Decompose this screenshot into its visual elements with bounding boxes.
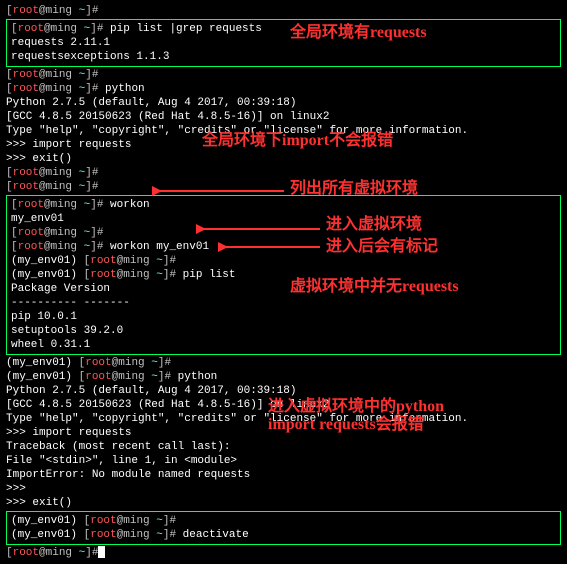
terminal-line: requestsexceptions 1.1.3 xyxy=(11,50,556,64)
terminal-line: ImportError: No module named requests xyxy=(6,468,561,482)
terminal-line: [root@ming ~]# xyxy=(6,4,561,18)
highlight-box-global-requests: [root@ming ~]# pip list |grep requests r… xyxy=(6,19,561,67)
terminal-line: [root@ming ~]# xyxy=(6,546,561,560)
terminal-line: [root@ming ~]# xyxy=(6,180,561,194)
terminal-line: [GCC 4.8.5 20150623 (Red Hat 4.8.5-16)] … xyxy=(6,110,561,124)
annotation-enter-env: 进入虚拟环境 xyxy=(326,218,422,232)
terminal-line: pip 10.0.1 xyxy=(11,310,556,324)
terminal-line: (my_env01) [root@ming ~]# xyxy=(6,356,561,370)
terminal-line: >>> exit() xyxy=(6,496,561,510)
terminal-line: wheel 0.31.1 xyxy=(11,338,556,352)
terminal-line: my_env01 xyxy=(11,212,556,226)
highlight-box-virtualenv: [root@ming ~]# workon my_env01 [root@min… xyxy=(6,195,561,355)
annotation-list-envs: 列出所有虚拟环境 xyxy=(290,182,418,196)
terminal-line: [root@ming ~]# python xyxy=(6,82,561,96)
terminal-line: setuptools 39.2.0 xyxy=(11,324,556,338)
terminal-line: File "<stdin>", line 1, in <module> xyxy=(6,454,561,468)
terminal-line: >>> xyxy=(6,482,561,496)
annotation-import-error: import requests会报错 xyxy=(268,418,424,432)
terminal-line: Traceback (most recent call last): xyxy=(6,440,561,454)
terminal-line: [root@ming ~]# xyxy=(6,166,561,180)
terminal-line: ---------- ------- xyxy=(11,296,556,310)
terminal-line: (my_env01) [root@ming ~]# deactivate xyxy=(11,528,556,542)
terminal-line: Python 2.7.5 (default, Aug 4 2017, 00:39… xyxy=(6,384,561,398)
terminal-line: requests 2.11.1 xyxy=(11,36,556,50)
annotation-no-requests: 虚拟环境中并无requests xyxy=(290,280,459,294)
annotation-global-has-requests: 全局环境有requests xyxy=(290,26,427,40)
terminal-line: (my_env01) [root@ming ~]# xyxy=(11,514,556,528)
terminal-line: (my_env01) [root@ming ~]# xyxy=(11,254,556,268)
terminal-line: [root@ming ~]# workon my_env01 xyxy=(11,240,556,254)
terminal-line: [root@ming ~]# workon xyxy=(11,198,556,212)
terminal-line: [root@ming ~]# xyxy=(11,226,556,240)
terminal-line: Package Version xyxy=(11,282,556,296)
terminal-line: (my_env01) [root@ming ~]# python xyxy=(6,370,561,384)
annotation-env-marker: 进入后会有标记 xyxy=(326,240,438,254)
highlight-box-deactivate: (my_env01) [root@ming ~]# (my_env01) [ro… xyxy=(6,511,561,545)
terminal-line: >>> exit() xyxy=(6,152,561,166)
terminal-line: (my_env01) [root@ming ~]# pip list xyxy=(11,268,556,282)
annotation-venv-python: 进入虚拟环境中的python xyxy=(268,400,444,414)
terminal-line: [root@ming ~]# xyxy=(6,68,561,82)
terminal-output: [root@ming ~]# [root@ming ~]# pip list |… xyxy=(0,0,567,564)
cursor-block xyxy=(98,546,105,558)
annotation-global-import-ok: 全局环境下import不会报错 xyxy=(202,134,393,148)
terminal-line: Python 2.7.5 (default, Aug 4 2017, 00:39… xyxy=(6,96,561,110)
terminal-line: [root@ming ~]# pip list |grep requests xyxy=(11,22,556,36)
